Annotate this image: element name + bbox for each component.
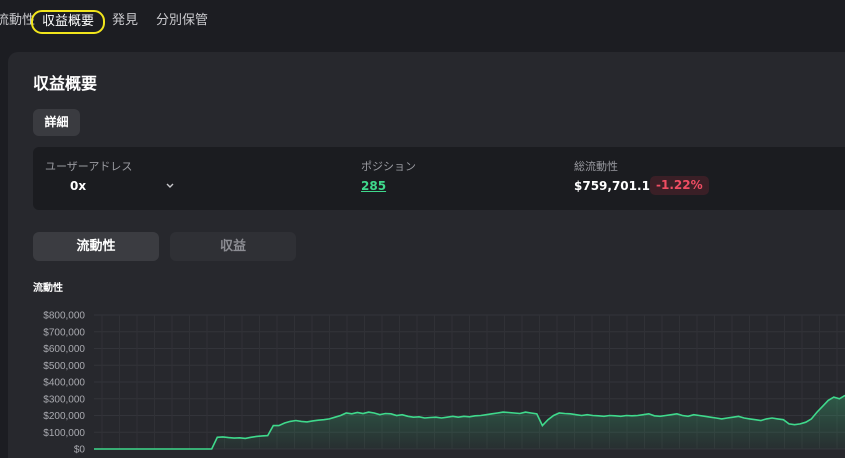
y-tick-label: $600,000 xyxy=(43,344,85,355)
y-tick-label: $300,000 xyxy=(43,394,85,405)
y-tick-label: $200,000 xyxy=(43,411,85,422)
y-tick-label: $700,000 xyxy=(43,327,85,338)
y-tick-label: $500,000 xyxy=(43,361,85,372)
y-tick-label: $0 xyxy=(74,445,86,456)
liquidity-chart: $0 $100,000 $200,000 $300,000 $400,000 $500,0… xyxy=(43,311,845,456)
y-tick-label: $400,000 xyxy=(43,378,85,389)
y-tick-label: $100,000 xyxy=(43,428,85,439)
y-tick-label: $800,000 xyxy=(43,311,85,322)
